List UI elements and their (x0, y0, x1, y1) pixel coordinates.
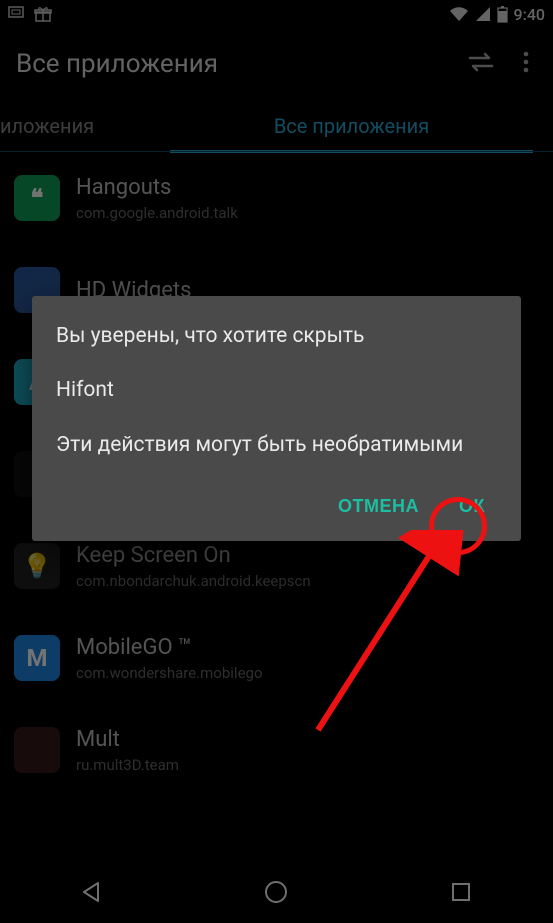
gift-icon (34, 6, 52, 22)
ok-button[interactable]: ОК (459, 496, 497, 517)
repeat-icon[interactable] (467, 52, 495, 76)
dialog-app-name: Hifont (56, 376, 497, 404)
tab-all-apps-label: Все приложения (274, 114, 429, 138)
app-icon-glyph: M (26, 644, 47, 672)
tabs-bar: иложения Все приложения (0, 100, 553, 152)
app-package: com.google.android.talk (76, 204, 238, 222)
status-bar: 9:40 (0, 0, 553, 28)
app-item-mult[interactable]: Mult ru.mult3D.team (0, 704, 553, 796)
dialog-message-2: Эти действия могут быть необратимыми (56, 431, 497, 459)
overflow-menu-icon[interactable] (523, 51, 529, 77)
app-icon-glyph: ❝ (31, 184, 44, 212)
app-name: MobileGO ™ (76, 635, 263, 660)
recents-button[interactable] (445, 876, 477, 908)
app-package: ru.mult3D.team (76, 756, 179, 774)
app-icon: ❝ (14, 175, 60, 221)
status-time: 9:40 (514, 5, 546, 24)
navigation-bar (0, 861, 553, 923)
app-icon (14, 727, 60, 773)
app-package: com.wondershare.mobilego (76, 664, 263, 682)
lightbulb-icon: 💡 (22, 552, 52, 580)
home-button[interactable] (260, 876, 292, 908)
dialog-message-1: Вы уверены, что хотите скрыть (56, 322, 497, 350)
app-name: Hangouts (76, 175, 238, 200)
app-package: com.nbondarchuk.android.keepscn (76, 572, 311, 590)
app-icon: 💡 (14, 543, 60, 589)
cell-signal-icon (475, 6, 491, 22)
tab-prev[interactable]: иложения (0, 100, 150, 151)
app-item-hangouts[interactable]: ❝ Hangouts com.google.android.talk (0, 152, 553, 244)
cancel-button[interactable]: ОТМЕНА (338, 496, 419, 517)
battery-icon (497, 6, 508, 23)
tab-all-apps[interactable]: Все приложения (150, 100, 553, 151)
app-item-mobilego[interactable]: M MobileGO ™ com.wondershare.mobilego (0, 612, 553, 704)
app-name: Keep Screen On (76, 543, 311, 568)
confirm-hide-dialog: Вы уверены, что хотите скрыть Hifont Эти… (32, 296, 521, 541)
wifi-icon (449, 6, 469, 22)
notification-icon-1 (8, 4, 26, 24)
tab-prev-label: иложения (0, 114, 94, 138)
action-bar: Все приложения (0, 28, 553, 100)
page-title: Все приложения (16, 49, 467, 79)
back-button[interactable] (76, 876, 108, 908)
app-icon: M (14, 635, 60, 681)
app-name: Mult (76, 727, 179, 752)
